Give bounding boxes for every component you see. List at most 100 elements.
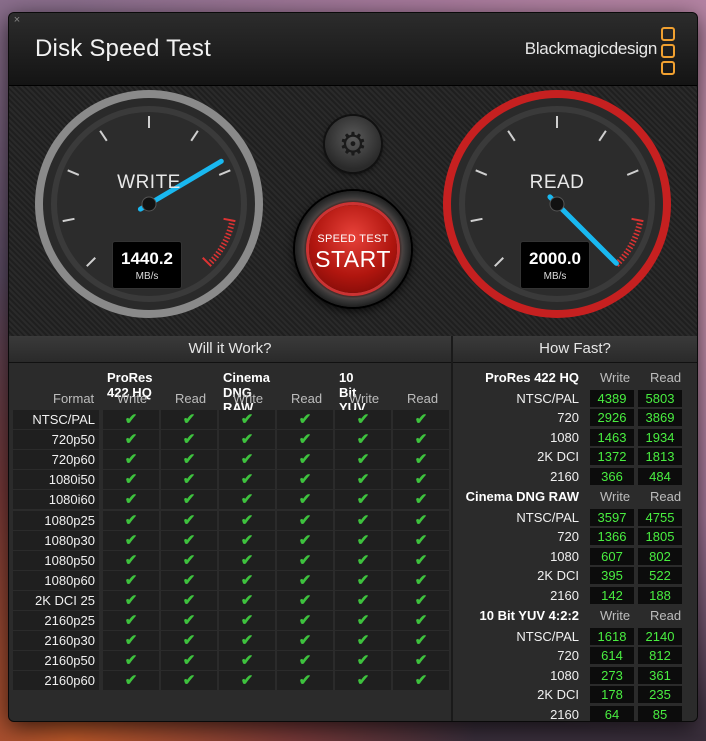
checkmark-icon: ✔ bbox=[240, 491, 254, 509]
speed-format-label: 2K DCI bbox=[537, 449, 579, 465]
checkmark-icon: ✔ bbox=[356, 411, 370, 428]
checkmark-icon: ✔ bbox=[356, 511, 370, 529]
format-label: 2160p30 bbox=[13, 631, 99, 651]
write-fps-value: 178 bbox=[590, 686, 634, 704]
read-fps-value: 361 bbox=[638, 666, 682, 684]
result-cell: ✔ bbox=[277, 590, 333, 610]
start-button[interactable]: SPEED TEST START bbox=[295, 191, 411, 307]
read-column-header: Read bbox=[650, 608, 682, 623]
speed-format-label: 720 bbox=[557, 529, 579, 545]
speed-row: 1080 1463 1934 bbox=[457, 428, 687, 447]
result-cell: ✔ bbox=[103, 530, 159, 550]
table-row: 2160p50 ✔ ✔ ✔ ✔ ✔ ✔ bbox=[13, 651, 449, 671]
table-row: 1080p50 ✔ ✔ ✔ ✔ ✔ ✔ bbox=[13, 550, 449, 570]
table-row: 1080p30 ✔ ✔ ✔ ✔ ✔ ✔ bbox=[13, 530, 449, 550]
write-fps-value: 2926 bbox=[590, 409, 634, 427]
speed-format-label: 2160 bbox=[550, 468, 579, 484]
speed-row: 720 614 812 bbox=[457, 647, 687, 665]
read-column-header: Read bbox=[175, 391, 207, 406]
checkmark-icon: ✔ bbox=[298, 571, 312, 589]
read-fps-value: 4755 bbox=[638, 509, 682, 526]
result-cell: ✔ bbox=[393, 651, 449, 671]
result-cell: ✔ bbox=[393, 671, 449, 691]
read-column-header: Read bbox=[291, 391, 323, 406]
write-fps-value: 142 bbox=[590, 586, 634, 604]
result-cell: ✔ bbox=[161, 430, 217, 450]
result-cell: ✔ bbox=[335, 410, 391, 429]
close-window-button[interactable]: × bbox=[11, 14, 23, 26]
result-cell: ✔ bbox=[393, 550, 449, 570]
checkmark-icon: ✔ bbox=[298, 672, 312, 690]
speed-group-header: ProRes 422 HQ bbox=[485, 370, 579, 385]
write-fps-value: 4389 bbox=[590, 390, 634, 407]
result-cell: ✔ bbox=[393, 631, 449, 651]
checkmark-icon: ✔ bbox=[182, 471, 196, 489]
result-cell: ✔ bbox=[277, 651, 333, 671]
format-label: 1080i50 bbox=[13, 470, 99, 490]
result-cell: ✔ bbox=[335, 510, 391, 530]
result-cell: ✔ bbox=[335, 550, 391, 570]
checkmark-icon: ✔ bbox=[240, 531, 254, 549]
gear-icon: ⚙ bbox=[338, 126, 368, 162]
write-fps-value: 366 bbox=[590, 467, 634, 485]
result-cell: ✔ bbox=[103, 410, 159, 429]
speed-row: 2K DCI 178 235 bbox=[457, 686, 687, 704]
speed-row: 1080 607 802 bbox=[457, 547, 687, 566]
format-label: NTSC/PAL bbox=[13, 410, 99, 429]
speed-format-label: 720 bbox=[557, 648, 579, 664]
checkmark-icon: ✔ bbox=[182, 612, 196, 629]
result-cell: ✔ bbox=[277, 570, 333, 590]
result-cell: ✔ bbox=[393, 530, 449, 550]
checkmark-icon: ✔ bbox=[414, 411, 428, 428]
result-cell: ✔ bbox=[219, 651, 275, 671]
checkmark-icon: ✔ bbox=[124, 531, 138, 549]
result-cell: ✔ bbox=[219, 470, 275, 490]
checkmark-icon: ✔ bbox=[124, 491, 138, 509]
checkmark-icon: ✔ bbox=[414, 451, 428, 469]
format-label: 1080p30 bbox=[13, 530, 99, 550]
checkmark-icon: ✔ bbox=[182, 571, 196, 589]
checkmark-icon: ✔ bbox=[414, 672, 428, 690]
checkmark-icon: ✔ bbox=[240, 612, 254, 629]
speed-format-label: 2160 bbox=[550, 706, 579, 722]
result-cell: ✔ bbox=[219, 590, 275, 610]
read-speed-value: 2000.0 bbox=[529, 249, 581, 268]
read-fps-value: 1805 bbox=[638, 528, 682, 546]
result-cell: ✔ bbox=[103, 550, 159, 570]
result-cell: ✔ bbox=[335, 590, 391, 610]
result-cell: ✔ bbox=[103, 590, 159, 610]
format-label: 2160p25 bbox=[13, 611, 99, 630]
result-cell: ✔ bbox=[219, 550, 275, 570]
table-row: 1080i60 ✔ ✔ ✔ ✔ ✔ ✔ bbox=[13, 490, 449, 510]
result-cell: ✔ bbox=[103, 651, 159, 671]
settings-button[interactable]: ⚙ bbox=[325, 116, 381, 172]
write-fps-value: 1366 bbox=[590, 528, 634, 546]
result-cell: ✔ bbox=[335, 490, 391, 510]
checkmark-icon: ✔ bbox=[124, 451, 138, 469]
checkmark-icon: ✔ bbox=[414, 632, 428, 650]
checkmark-icon: ✔ bbox=[124, 672, 138, 690]
start-button-face[interactable]: SPEED TEST START bbox=[309, 205, 397, 293]
write-speed-unit: MB/s bbox=[135, 271, 159, 282]
speed-group-header: Cinema DNG RAW bbox=[465, 489, 579, 504]
checkmark-icon: ✔ bbox=[240, 411, 254, 428]
checkmark-icon: ✔ bbox=[182, 431, 196, 449]
write-fps-value: 614 bbox=[590, 647, 634, 665]
checkmark-icon: ✔ bbox=[414, 531, 428, 549]
checkmark-icon: ✔ bbox=[414, 652, 428, 670]
format-column-header: Format bbox=[53, 391, 95, 406]
result-cell: ✔ bbox=[219, 410, 275, 429]
read-fps-value: 2140 bbox=[638, 628, 682, 645]
checkmark-icon: ✔ bbox=[182, 411, 196, 428]
table-row: 1080p25 ✔ ✔ ✔ ✔ ✔ ✔ bbox=[13, 510, 449, 530]
checkmark-icon: ✔ bbox=[298, 411, 312, 428]
write-fps-value: 395 bbox=[590, 567, 634, 585]
table-row: 2160p30 ✔ ✔ ✔ ✔ ✔ ✔ bbox=[13, 631, 449, 651]
read-fps-value: 5803 bbox=[638, 390, 682, 407]
format-label: 1080i60 bbox=[13, 490, 99, 510]
result-cell: ✔ bbox=[219, 490, 275, 510]
brand-logo-icon bbox=[661, 27, 675, 78]
speed-row: 720 1366 1805 bbox=[457, 528, 687, 546]
write-column-header: Write bbox=[349, 391, 380, 406]
result-cell: ✔ bbox=[219, 510, 275, 530]
